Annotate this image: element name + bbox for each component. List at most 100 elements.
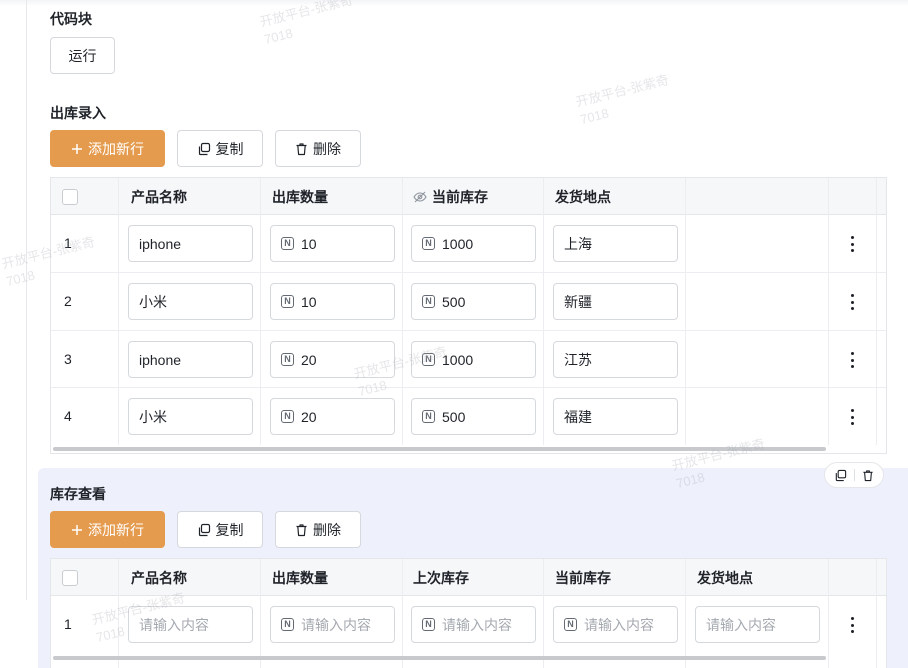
row-more-icon[interactable] <box>849 409 855 425</box>
qty-value: 20 <box>301 351 317 368</box>
location-input[interactable]: 江苏 <box>553 341 678 378</box>
copy-icon[interactable] <box>834 469 847 482</box>
location-input[interactable]: 请输入内容 <box>695 606 820 643</box>
location-input[interactable]: 上海 <box>553 225 678 262</box>
horizontal-scrollbar[interactable] <box>53 447 826 451</box>
stock-value: 500 <box>442 293 466 310</box>
copy-button[interactable]: 复制 <box>177 511 263 548</box>
table-row: 1 请输入内容 N 请输入内容 N 请输入内容 N 请输入内容 请输入内容 <box>51 596 886 654</box>
horizontal-scrollbar[interactable] <box>53 656 826 660</box>
toolbar-separator <box>853 469 855 481</box>
stock-input[interactable]: N 1000 <box>411 341 536 378</box>
left-divider <box>26 0 27 600</box>
location-placeholder: 请输入内容 <box>706 616 776 633</box>
qty-input[interactable]: N 10 <box>270 283 395 320</box>
product-input[interactable]: 请输入内容 <box>128 606 253 643</box>
watermark: 开放平台-张紫奇 7018 <box>258 0 355 47</box>
product-placeholder: 请输入内容 <box>139 616 209 633</box>
number-icon: N <box>422 618 435 631</box>
qty-value: 10 <box>301 235 317 252</box>
stock-input[interactable]: N 请输入内容 <box>553 606 678 643</box>
location-value: 新疆 <box>564 293 592 310</box>
delete-button[interactable]: 删除 <box>275 130 361 167</box>
location-value: 上海 <box>564 235 592 252</box>
select-all-checkbox[interactable] <box>62 570 78 586</box>
copy-icon <box>198 523 210 536</box>
number-icon: N <box>281 295 294 308</box>
row-index: 1 <box>64 616 72 632</box>
row-more-icon[interactable] <box>849 236 855 252</box>
delete-label: 删除 <box>313 140 341 157</box>
plus-icon <box>72 524 82 535</box>
location-input[interactable]: 新疆 <box>553 283 678 320</box>
row-more-icon[interactable] <box>849 617 855 633</box>
table-row: 3 iphone N 20 N 1000 江苏 <box>51 331 886 388</box>
column-header-product: 产品名称 <box>131 569 187 586</box>
select-all-checkbox[interactable] <box>62 189 78 205</box>
qty-value: 10 <box>301 293 317 310</box>
trash-icon[interactable] <box>862 469 874 482</box>
delete-button[interactable]: 删除 <box>275 511 361 548</box>
number-icon: N <box>281 618 294 631</box>
qty-input[interactable]: N 20 <box>270 398 395 435</box>
product-value: 小米 <box>139 293 167 310</box>
number-icon: N <box>281 237 294 250</box>
number-icon: N <box>422 410 435 423</box>
stock-input[interactable]: N 500 <box>411 398 536 435</box>
product-input[interactable]: 小米 <box>128 283 253 320</box>
column-header-product: 产品名称 <box>131 188 187 205</box>
qty-input[interactable]: N 请输入内容 <box>270 606 395 643</box>
inventory-label: 库存查看 <box>50 486 106 502</box>
stock-value: 1000 <box>442 351 474 368</box>
number-icon: N <box>281 353 294 366</box>
product-value: iphone <box>139 235 182 252</box>
add-row-button[interactable]: 添加新行 <box>50 511 165 548</box>
run-button[interactable]: 运行 <box>50 37 115 74</box>
add-row-button[interactable]: 添加新行 <box>50 130 165 167</box>
add-row-label: 添加新行 <box>88 521 144 538</box>
row-more-icon[interactable] <box>849 294 855 310</box>
product-input[interactable]: iphone <box>128 225 253 262</box>
product-value: iphone <box>139 351 182 368</box>
location-value: 江苏 <box>564 351 592 368</box>
column-header-location: 发货地点 <box>555 188 611 205</box>
number-icon: N <box>564 618 577 631</box>
table-row: 1 iphone N 10 N 1000 上海 <box>51 215 886 273</box>
trash-icon <box>296 523 307 536</box>
number-icon: N <box>422 237 435 250</box>
code-block-label: 代码块 <box>50 11 92 27</box>
inventory-table: 产品名称 出库数量 上次库存 当前库存 发货地点 1 请输入内容 N 请输入内容 … <box>50 558 887 668</box>
column-header-qty: 出库数量 <box>272 569 328 586</box>
location-input[interactable]: 福建 <box>553 398 678 435</box>
location-value: 福建 <box>564 408 592 425</box>
row-more-icon[interactable] <box>849 352 855 368</box>
stock-input[interactable]: N 1000 <box>411 225 536 262</box>
copy-button[interactable]: 复制 <box>177 130 263 167</box>
qty-value: 20 <box>301 408 317 425</box>
outbound-label: 出库录入 <box>50 105 106 121</box>
product-input[interactable]: 小米 <box>128 398 253 435</box>
stock-input[interactable]: N 500 <box>411 283 536 320</box>
table-row: 4 小米 N 20 N 500 福建 <box>51 388 886 445</box>
outbound-table: 产品名称 出库数量 当前库存 发货地点 1 iphone N 10 N 1000 上… <box>50 177 887 454</box>
column-header-stock: 当前库存 <box>555 569 611 586</box>
product-input[interactable]: iphone <box>128 341 253 378</box>
qty-input[interactable]: N 20 <box>270 341 395 378</box>
qty-input[interactable]: N 10 <box>270 225 395 262</box>
copy-icon <box>198 142 210 155</box>
stock-placeholder: 请输入内容 <box>584 616 654 633</box>
eye-off-icon <box>413 191 427 202</box>
row-index: 4 <box>64 408 72 424</box>
last-stock-input[interactable]: N 请输入内容 <box>411 606 536 643</box>
stock-value: 1000 <box>442 235 474 252</box>
add-row-label: 添加新行 <box>88 140 144 157</box>
column-header-stock: 当前库存 <box>413 178 488 215</box>
last-stock-placeholder: 请输入内容 <box>442 616 512 633</box>
row-index: 1 <box>64 235 72 251</box>
block-toolbar <box>824 462 884 488</box>
number-icon: N <box>422 353 435 366</box>
product-value: 小米 <box>139 408 167 425</box>
column-header-location: 发货地点 <box>697 569 753 586</box>
number-icon: N <box>281 410 294 423</box>
number-icon: N <box>422 295 435 308</box>
